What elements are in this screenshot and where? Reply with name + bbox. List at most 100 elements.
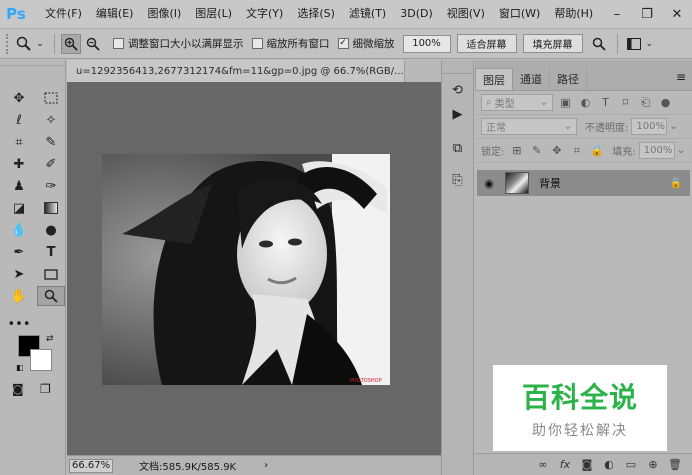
default-colors-icon[interactable]: ◧: [16, 363, 24, 372]
eyedropper-tool-icon[interactable]: ✎: [37, 132, 65, 152]
opacity-label: 不透明度:: [585, 123, 629, 134]
mask-icon[interactable]: ◙: [576, 458, 598, 471]
menu-select[interactable]: 选择(S): [290, 0, 342, 28]
menu-window[interactable]: 窗口(W): [492, 0, 547, 28]
filter-toggle-icon[interactable]: ●: [658, 96, 673, 109]
quick-mask-icon[interactable]: ◙: [12, 382, 24, 396]
chevron-down-icon[interactable]: ⌄: [646, 39, 654, 49]
checkbox-label: 调整窗口大小以满屏显示: [128, 38, 244, 50]
fill-screen-button[interactable]: 填充屏幕: [522, 34, 583, 53]
lock-transparency-icon[interactable]: ⊞: [509, 144, 524, 157]
menu-layer[interactable]: 图层(L): [188, 0, 239, 28]
menu-filter[interactable]: 滤镜(T): [342, 0, 393, 28]
filter-pixel-icon[interactable]: ▣: [558, 96, 573, 109]
dock-header[interactable]: [442, 60, 473, 74]
filter-adjustment-icon[interactable]: ◐: [578, 96, 593, 109]
search-button[interactable]: [589, 34, 609, 54]
paragraph-panel-icon[interactable]: ⎘: [442, 168, 473, 192]
chevron-down-icon[interactable]: ⌄: [677, 145, 685, 156]
filter-type-icon[interactable]: T: [598, 96, 613, 109]
crop-tool-icon[interactable]: ⌗: [5, 132, 33, 152]
lock-all-icon[interactable]: 🔒: [589, 144, 604, 157]
scrubby-zoom-checkbox[interactable]: ✓ 细微缩放: [337, 36, 395, 51]
watermark-subtitle: 助你轻松解决: [532, 423, 628, 439]
menu-view[interactable]: 视图(V): [440, 0, 492, 28]
type-tool-icon[interactable]: T: [37, 242, 65, 262]
menu-help[interactable]: 帮助(H): [547, 0, 600, 28]
rectangle-tool-icon[interactable]: [37, 264, 65, 284]
tab-layers[interactable]: 图层: [475, 68, 513, 90]
chevron-down-icon: ⌄: [36, 38, 44, 49]
pen-tool-icon[interactable]: ✒: [5, 242, 33, 262]
resize-windows-checkbox[interactable]: 调整窗口大小以满屏显示: [113, 36, 244, 51]
adjustment-icon[interactable]: ◐: [598, 458, 620, 471]
tab-paths[interactable]: 路径: [550, 68, 587, 90]
fill-label: 填充:: [612, 147, 636, 158]
eye-icon[interactable]: ◉: [477, 177, 501, 190]
blend-mode-dropdown[interactable]: 正常 ⌄: [481, 118, 577, 135]
move-tool-icon[interactable]: ✥: [5, 88, 33, 108]
fill-field[interactable]: 100%: [638, 142, 675, 159]
panel-menu-icon[interactable]: ≡: [676, 70, 686, 84]
more-tools-icon[interactable]: •••: [5, 314, 33, 334]
zoom-out-button[interactable]: [83, 34, 103, 54]
layer-row-background[interactable]: ◉ 背景 🔒: [477, 170, 690, 196]
menu-file[interactable]: 文件(F): [38, 0, 89, 28]
link-icon[interactable]: ∞: [532, 458, 554, 471]
zoom-in-button[interactable]: [61, 33, 81, 54]
lock-pixels-icon[interactable]: ✎: [529, 144, 544, 157]
history-panel-icon[interactable]: ⟲: [442, 78, 473, 102]
gradient-tool-icon[interactable]: [37, 198, 65, 218]
minimize-button[interactable]: –: [602, 0, 632, 28]
trash-icon[interactable]: 🗑: [664, 458, 686, 471]
group-icon[interactable]: ▭: [620, 458, 642, 471]
healing-brush-tool-icon[interactable]: ✚: [5, 154, 33, 174]
document-tab[interactable]: u=1292356413,2677312174&fm=11&gp=0.jpg @…: [67, 60, 405, 82]
path-selection-tool-icon[interactable]: ➤: [5, 264, 33, 284]
status-menu-arrow[interactable]: ›: [264, 460, 268, 471]
tool-preset-picker[interactable]: ⌄: [12, 33, 48, 55]
chevron-down-icon[interactable]: ⌄: [669, 121, 677, 132]
menu-3d[interactable]: 3D(D): [393, 0, 440, 28]
lock-icon: 🔒: [669, 177, 682, 189]
menu-image[interactable]: 图像(I): [140, 0, 188, 28]
menu-type[interactable]: 文字(Y): [239, 0, 290, 28]
blur-tool-icon[interactable]: 💧: [5, 220, 33, 240]
checkbox-box: [251, 38, 263, 49]
clone-stamp-tool-icon[interactable]: ♟: [5, 176, 33, 196]
restore-button[interactable]: ❐: [632, 0, 662, 28]
background-color-swatch[interactable]: [30, 349, 52, 371]
document-title: u=1292356413,2677312174&fm=11&gp=0.jpg @…: [76, 65, 404, 77]
menu-edit[interactable]: 编辑(E): [89, 0, 141, 28]
zoom-tool-icon[interactable]: [37, 286, 65, 306]
lasso-tool-icon[interactable]: ℓ: [5, 110, 33, 130]
fit-screen-button[interactable]: 适合屏幕: [456, 34, 517, 53]
new-layer-icon[interactable]: ⊕: [642, 458, 664, 471]
zoom-percent-field[interactable]: 100%: [402, 34, 451, 53]
libraries-panel-icon[interactable]: ⧉: [442, 136, 473, 160]
marquee-tool-icon[interactable]: [37, 88, 65, 108]
swap-colors-icon[interactable]: ⇄: [46, 334, 54, 344]
workspace-switcher[interactable]: [624, 34, 644, 54]
lock-artboard-icon[interactable]: ⌗: [569, 144, 584, 158]
history-brush-tool-icon[interactable]: ✑: [37, 176, 65, 196]
tab-channels[interactable]: 通道: [513, 68, 550, 90]
lock-position-icon[interactable]: ✥: [549, 144, 564, 157]
filter-smart-object-icon[interactable]: ⎗: [638, 96, 653, 110]
brush-tool-icon[interactable]: ✐: [37, 154, 65, 174]
magic-wand-tool-icon[interactable]: ✧: [37, 110, 65, 130]
dodge-tool-icon[interactable]: ●: [37, 220, 65, 240]
zoom-all-windows-checkbox[interactable]: 缩放所有窗口: [251, 36, 330, 51]
image-canvas[interactable]: PHOTOSHOP: [102, 154, 390, 385]
screen-mode-icon[interactable]: ❐: [40, 382, 51, 396]
close-button[interactable]: ✕: [662, 0, 692, 28]
hand-tool-icon[interactable]: ✋: [5, 286, 33, 306]
layer-filter-dropdown[interactable]: ⌕ 类型 ⌄: [481, 94, 553, 111]
filter-shape-icon[interactable]: ⌑: [618, 96, 633, 109]
opacity-field[interactable]: 100%: [631, 118, 668, 135]
eraser-tool-icon[interactable]: ◪: [5, 198, 33, 218]
fx-icon[interactable]: fx: [554, 458, 576, 471]
status-zoom-field[interactable]: 66.67%: [69, 458, 113, 473]
actions-panel-icon[interactable]: ▶: [442, 102, 473, 126]
blend-row: 正常 ⌄ 不透明度: 100% ⌄: [475, 115, 692, 139]
